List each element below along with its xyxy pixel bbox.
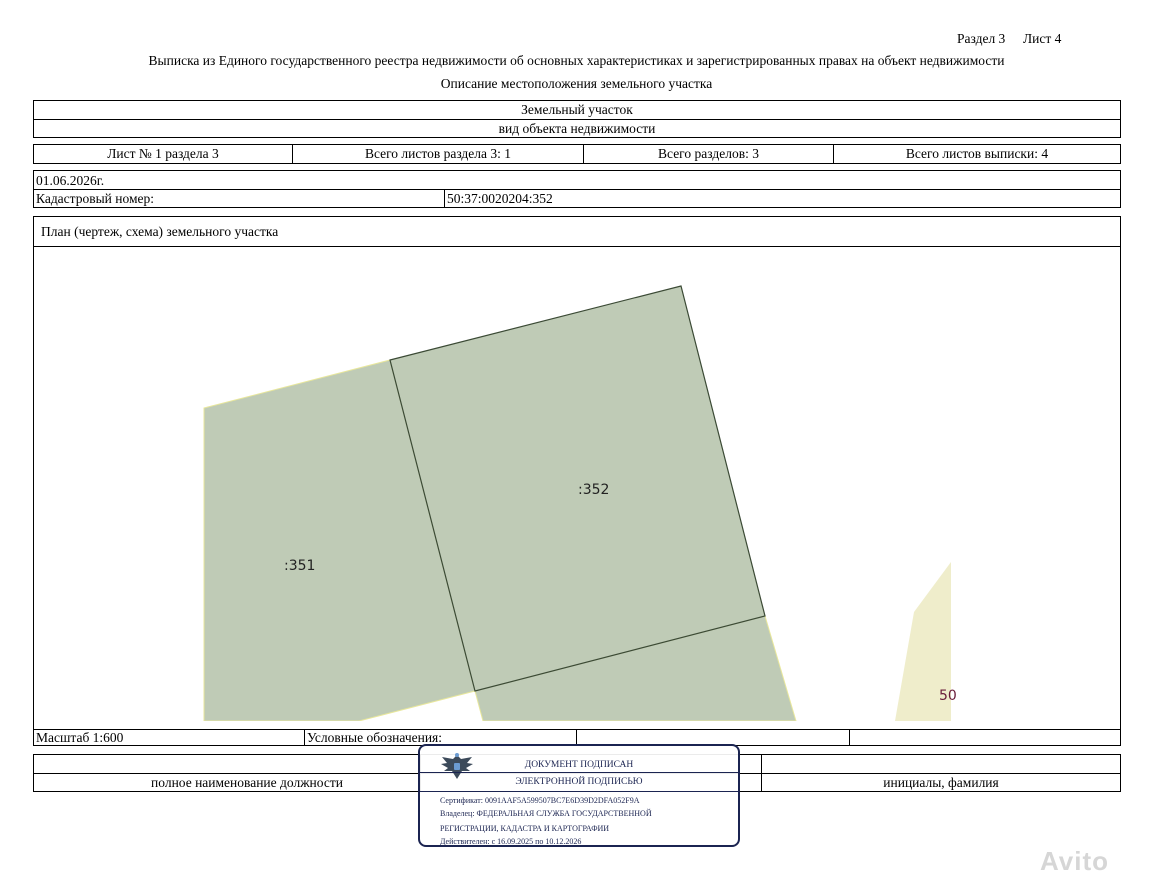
- label-351: :351: [284, 558, 315, 574]
- electronic-signature-stamp: ДОКУМЕНТ ПОДПИСАН ЭЛЕКТРОННОЙ ПОДПИСЬЮ С…: [418, 744, 740, 847]
- stamp-owner-line2: РЕГИСТРАЦИИ, КАДАСТРА И КАРТОГРАФИИ: [440, 824, 610, 833]
- cadastral-number-label: Кадастровый номер:: [36, 190, 155, 206]
- info-block: 01.06.2026г. Кадастровый номер: 50:37:00…: [33, 170, 1121, 208]
- scale: Масштаб 1:600: [36, 729, 124, 745]
- legend-label: Условные обозначения:: [307, 729, 443, 745]
- section-number: Раздел 3: [957, 31, 1006, 46]
- sheets-row: Лист № 1 раздела 3 Всего листов раздела …: [33, 144, 1121, 164]
- label-partial: 50: [939, 688, 957, 704]
- position-caption: полное наименование должности: [151, 774, 343, 790]
- object-type-block: Земельный участок вид объекта недвижимос…: [33, 100, 1121, 138]
- avito-watermark: Avito: [1040, 846, 1109, 877]
- sheet-of-section: Лист № 1 раздела 3: [107, 146, 219, 161]
- stamp-certificate: Сертификат: 0091AAF5A599507BC7E6D39D2DFA…: [440, 796, 640, 805]
- total-extract-sheets: Всего листов выписки: 4: [905, 146, 1049, 161]
- cadastral-number-value: 50:37:0020204:352: [447, 190, 553, 206]
- label-352: :352: [578, 482, 609, 498]
- object-kind-caption: вид объекта недвижимости: [498, 120, 656, 136]
- name-caption: инициалы, фамилия: [883, 774, 999, 790]
- stamp-line2: ЭЛЕКТРОННОЙ ПОДПИСЬЮ: [515, 777, 643, 787]
- document-title: Выписка из Единого государственного реес…: [148, 53, 1005, 68]
- object-name: Земельный участок: [521, 102, 633, 117]
- document-subtitle: Описание местоположения земельного участ…: [440, 76, 713, 91]
- stamp-owner-line1: Владелец: ФЕДЕРАЛЬНАЯ СЛУЖБА ГОСУДАРСТВЕ…: [440, 809, 652, 818]
- sheet-number: Лист 4: [1023, 31, 1062, 46]
- plan-title: План (чертеж, схема) земельного участка: [41, 223, 279, 239]
- total-section-sheets: Всего листов раздела 3: 1: [364, 146, 512, 161]
- plan-block: План (чертеж, схема) земельного участка …: [33, 216, 1121, 746]
- plan-drawing: :351 :352 50: [203, 285, 957, 721]
- stamp-validity: Действителен: с 16.09.2025 по 10.12.2026: [440, 837, 582, 846]
- stamp-line1: ДОКУМЕНТ ПОДПИСАН: [524, 760, 634, 770]
- watermark-text: Avito: [1040, 846, 1110, 876]
- extract-date: 01.06.2026г.: [36, 172, 105, 188]
- total-sections: Всего разделов: 3: [658, 146, 759, 161]
